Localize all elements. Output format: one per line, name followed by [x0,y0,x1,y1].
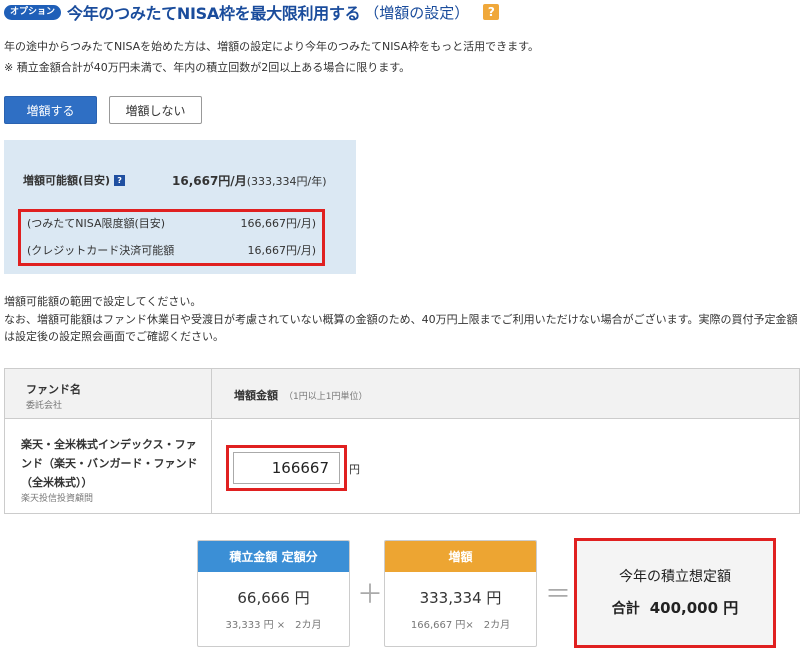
annual-total-line: 合計 400,000 円 [611,599,739,617]
fixed-amount-calc: 33,333 円 × 2カ月 [225,620,322,631]
nisa-limit-label: (つみたてNISA限度額(目安) [27,217,166,230]
fixed-amount-value: 66,666 円 [237,589,310,607]
increase-limit-box: 増額可能額(目安) ? 16,667円/月(333,334円/年) (つみたてN… [4,140,356,274]
table-header-fund: ファンド名 委託会社 [5,369,212,419]
page-subtitle: （増額の設定） [364,3,470,22]
fixed-amount-title: 積立金額 定額分 [198,541,349,572]
increase-amount-card: 増額 333,334 円 166,667 円× 2カ月 [384,540,537,647]
increase-button[interactable]: 増額する [4,96,97,124]
help-icon[interactable]: ? [114,174,126,186]
credit-limit-label: (クレジットカード決済可能額 [27,244,175,257]
plus-icon: ＋ [357,580,384,610]
increase-limit-label: 増額可能額(目安) ? [23,172,126,188]
increase-amount-value: 333,334 円 [419,589,502,607]
increase-limit-value: 16,667円/月(333,334円/年) [172,174,327,188]
fixed-amount-card: 積立金額 定額分 66,666 円 33,333 円 × 2カ月 [197,540,350,647]
page-header: オプション 今年のつみたてNISA枠を最大限利用する （増額の設定） ? [4,2,500,23]
increase-amount-input[interactable] [233,452,340,484]
option-badge: オプション [4,4,62,20]
table-header-amount: 増額金額 （1円以上1円単位） [212,369,799,419]
page-title: 今年のつみたてNISA枠を最大限利用する [67,4,361,23]
equals-icon: ＝ [545,580,572,610]
limit-breakdown-highlight: (つみたてNISA限度額(目安) 166,667円/月) (クレジットカード決済… [18,209,325,266]
column-amount: 増額金額 （1円以上1円単位） [234,389,368,402]
annual-total-value: 400,000 円 [649,599,739,617]
amount-unit: 円 [349,463,360,476]
annual-total-title: 今年の積立想定額 [619,569,731,585]
fund-company: 楽天投信投資顧問 [21,494,94,504]
column-company: 委託会社 [26,401,63,411]
range-note: 増額可能額の範囲で設定してください。 [4,295,202,308]
annual-total-box: 今年の積立想定額 合計 400,000 円 [574,538,776,648]
description-text: 年の途中からつみたてNISAを始めた方は、増額の設定により今年のつみたてNISA… [4,40,540,53]
credit-limit-value: 16,667円/月) [247,244,317,257]
fund-name: 楽天・全米株式インデックス・ファンド（楽天・バンガード・ファンド（全米株式）） [21,438,198,489]
no-increase-button[interactable]: 増額しない [109,96,202,124]
fund-table: ファンド名 委託会社 増額金額 （1円以上1円単位） 楽天・全米株式インデックス・… [4,368,800,514]
increase-amount-calc: 166,667 円× 2カ月 [410,620,511,631]
help-icon[interactable]: ? [483,4,500,20]
disclaimer-note: なお、増額可能額はファンド休業日や受渡日が考慮されていない概算の金額のため、40… [4,313,798,343]
increase-amount-title: 増額 [385,541,536,572]
table-row: 楽天・全米株式インデックス・ファンド（楽天・バンガード・ファンド（全米株式）） … [5,420,212,513]
amount-input-highlight [226,445,347,491]
condition-note: ※ 積立金額合計が40万円未満で、年内の積立回数が2回以上ある場合に限ります。 [4,61,411,74]
nisa-limit-value: 166,667円/月) [240,217,317,230]
column-fund-name: ファンド名 [26,383,81,396]
